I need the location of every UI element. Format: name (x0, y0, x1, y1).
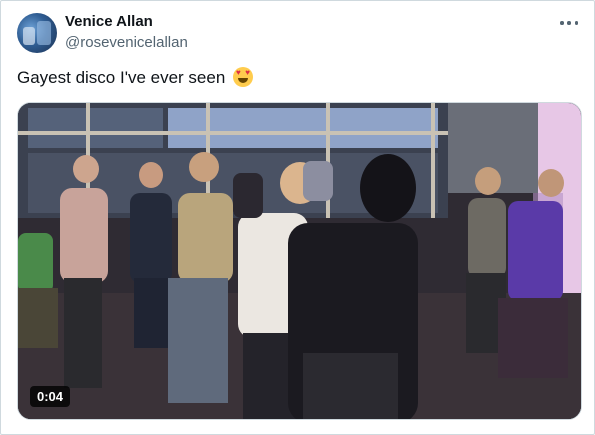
video-frame (18, 103, 581, 419)
tweet-card: Venice Allan @rosevenicelallan Gayest di… (0, 0, 595, 435)
author-display-name[interactable]: Venice Allan (65, 13, 153, 30)
author-handle[interactable]: @rosevenicelallan (65, 34, 188, 51)
video-player[interactable]: 0:04 (17, 102, 582, 420)
more-options-icon[interactable] (560, 15, 578, 31)
heart-eyes-emoji-icon (233, 67, 254, 87)
author-avatar[interactable] (17, 13, 57, 53)
tweet-text: Gayest disco I've ever seen (17, 67, 254, 88)
video-duration-badge: 0:04 (30, 386, 71, 407)
tweet-text-body: Gayest disco I've ever seen (17, 68, 226, 87)
